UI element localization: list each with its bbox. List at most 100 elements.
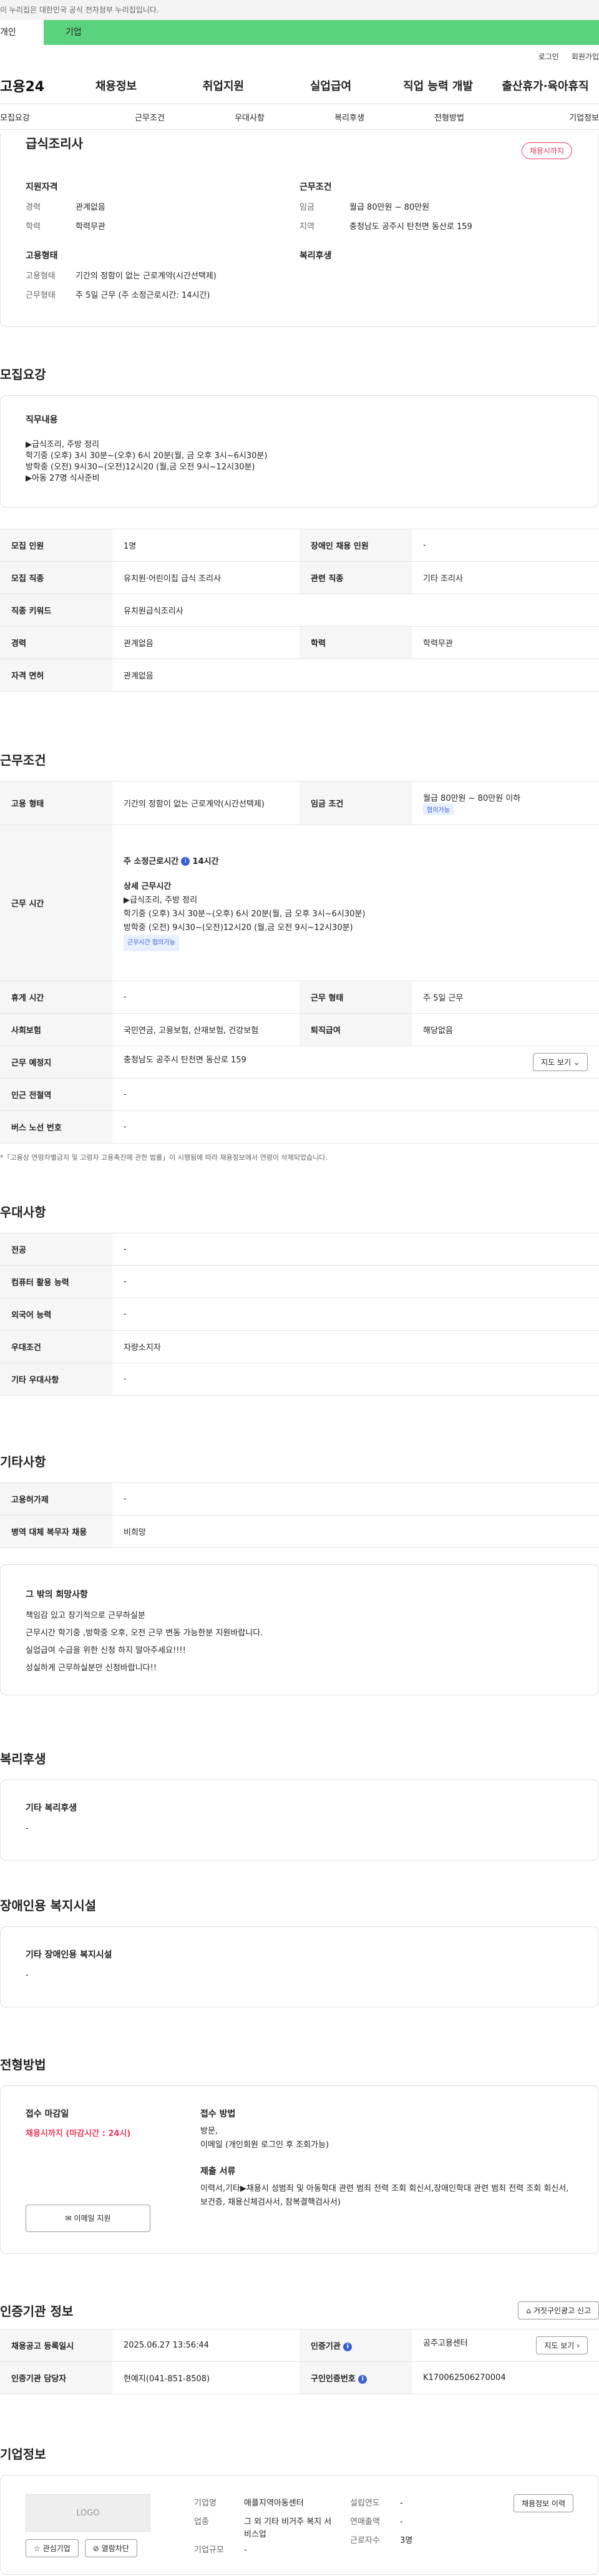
hope-line: 실업급여 수급을 위한 신청 하지 말아주세요!!!! — [26, 1646, 186, 1655]
user-type-switch: 개인 기업 — [0, 20, 599, 45]
org-value: 공주고용센터 — [423, 2339, 468, 2348]
cell: 병역 대체 복무자 채용 — [0, 1515, 112, 1548]
table-row: 컴퓨터 활용 능력 - — [0, 1265, 599, 1298]
wage-label: 임금 — [300, 203, 314, 212]
join-link[interactable]: 회원가입 — [572, 51, 599, 62]
cell: - — [112, 1233, 599, 1266]
emptype-label: 고용형태 — [26, 272, 56, 281]
gnb-item[interactable]: 직업 능력 개발 — [384, 77, 492, 94]
email-apply-button[interactable]: ✉ 이메일 지원 — [26, 2205, 150, 2232]
no-label: 구인인증번호 — [311, 2374, 356, 2384]
gnb-item[interactable]: 채용정보 — [62, 77, 170, 94]
method-line: 이메일 (개인회원 로그인 후 조회가능) — [200, 2140, 329, 2150]
welfare-sub: 기타 복리후생 — [26, 1803, 77, 1813]
disab-value: - — [26, 1971, 29, 1980]
pref-heading: 우대사항 — [0, 1205, 46, 1220]
cell: 외국어 능력 — [0, 1298, 112, 1331]
cell: 사회보험 — [0, 1013, 112, 1046]
org-map-button[interactable]: 지도 보기 › — [536, 2336, 588, 2354]
detail-line: 학기중 (오후) 3시 30분~(오후) 6시 20분(월, 금 오후 3시~6… — [124, 909, 366, 919]
cell: 고용 형태 — [0, 781, 112, 825]
table-row: 인증기관 담당자 현예지(041-851-8508) 구인인증번호 i K170062… — [0, 2361, 599, 2394]
name-label: 기업명 — [194, 2499, 217, 2508]
recruit-history-button[interactable]: 채용정보 이력 — [513, 2494, 573, 2512]
tab-conditions[interactable]: 근무조건 — [100, 111, 200, 123]
site-logo[interactable]: 고용24 — [0, 76, 62, 95]
cond-heading: 근무조건 — [300, 182, 332, 192]
table-row: 버스 노선 번호 - — [0, 1110, 599, 1144]
cell: 국민연금, 고용보험, 산재보험, 건강보험 — [112, 1013, 300, 1046]
tab-welfare[interactable]: 복리후생 — [300, 111, 399, 123]
fav-company-button[interactable]: ☆ 관심기업 — [26, 2539, 79, 2557]
gnb-item[interactable]: 출산휴가·육아휴직 — [492, 77, 599, 94]
process-card: 접수 마감일 채용시까지 (마감시간 : 24시) ✉ 이메일 지원 접수 방법… — [0, 2085, 599, 2254]
worktype-label: 근무형태 — [26, 291, 56, 300]
cell: 직종 키워드 — [0, 594, 112, 627]
table-row: 외국어 능력 - — [0, 1298, 599, 1331]
cell: 관계없음 — [112, 659, 599, 692]
emptype-value: 기간의 정함이 없는 근로계약(시간선택제) — [75, 272, 217, 281]
cell: 학력무관 — [412, 626, 599, 659]
method-line: 방문, — [200, 2127, 218, 2136]
table-row: 사회보험 국민연금, 고용보험, 산재보험, 건강보험 퇴직급여 해당없음 — [0, 1013, 599, 1046]
gnb-item[interactable]: 실업급여 — [277, 77, 384, 94]
cell: 자량소지자 — [112, 1330, 599, 1363]
cell: 근무 형태 — [300, 981, 412, 1014]
block-button[interactable]: ⊘ 열람차단 — [84, 2539, 137, 2557]
report-label: 거짓구인광고 신고 — [533, 2306, 591, 2315]
tab-company[interactable]: 기업 — [44, 20, 599, 45]
cell: 근무 예정지 — [0, 1046, 112, 1079]
gnb-item[interactable]: 취업지원 — [170, 77, 277, 94]
emp-heading: 고용형태 — [26, 251, 58, 261]
login-link[interactable]: 로그인 — [538, 51, 559, 62]
gov-banner: 이 누리집은 대한민국 공식 전자정부 누리집입니다. — [0, 0, 599, 20]
job-summary-card: 급식조리사 채용시까지 지원자격 경력 관계없음 학력 학력무관 근무조건 임금 월급… — [0, 134, 599, 327]
cert-heading: 인증기관 정보 — [0, 2304, 74, 2319]
cell: 주 5일 근무 — [412, 981, 599, 1014]
age-note: *「고용상 연령차별금지 및 고령자 고용촉진에 관한 법률」이 시행됨에 따라… — [0, 1153, 328, 1162]
map-button[interactable]: 지도 보기 ⌄ — [533, 1053, 588, 1071]
edu-label: 학력 — [26, 222, 41, 232]
recruit-heading: 모집요강 — [0, 367, 46, 382]
hope-card: 그 밖의 희망사항 책임감 있고 장기적으로 근무하실분 근무시간 학기중 ,방… — [0, 1564, 599, 1695]
wage-value: 월급 80만원 ~ 80만원 — [349, 203, 430, 212]
tab-recruit[interactable]: 모집요강 — [0, 111, 100, 123]
career-value: 관계없음 — [75, 203, 105, 212]
hope-heading: 그 밖의 희망사항 — [26, 1590, 88, 1600]
cell: 우대조건 — [0, 1330, 112, 1363]
tab-preference[interactable]: 우대사항 — [200, 111, 300, 123]
map-button-label: 지도 보기 — [541, 1058, 572, 1067]
cell: 모집 인원 — [0, 529, 112, 562]
welfare-value: - — [26, 1824, 29, 1833]
tab-process[interactable]: 전형방법 — [399, 111, 499, 123]
doc-value: 이력서,기타▶채용시 성범죄 및 아동학대 관련 범죄 전력 조회 회신서,장애… — [200, 2184, 569, 2207]
tab-individual[interactable]: 개인 — [0, 20, 44, 45]
table-row: 인근 전철역 - — [0, 1078, 599, 1111]
ind-value: 그 외 기타 비거주 복지 서비스업 — [244, 2517, 332, 2539]
cell: 기간의 정함이 없는 근로계약(시간선택제) — [112, 781, 300, 825]
table-row: 모집 직종 유치원·어린이집 급식 조리사 관련 직종 기타 조리사 — [0, 561, 599, 594]
tab-company[interactable]: 기업정보 — [499, 111, 599, 123]
duty-line: 방학중 (오전) 9시30~(오전)12시20 (월,금 오전 9시~12시30… — [26, 463, 255, 472]
disab-heading: 장애인용 복지시설 — [0, 1898, 97, 1913]
cell: 인근 전철역 — [0, 1078, 112, 1111]
duty-line: ▶아동 27명 식사준비 — [26, 474, 100, 483]
table-row: 병역 대체 복무자 채용 비희망 — [0, 1515, 599, 1548]
table-row: 기타 우대사항 - — [0, 1363, 599, 1396]
cell: - — [112, 1265, 599, 1298]
cell: 1명 — [112, 529, 300, 562]
duty-card: 직무내용 ▶급식조리, 주방 정리 학기중 (오후) 3시 30분~(오후) 6… — [0, 395, 599, 507]
recruit-table: 모집 인원 1명 장애인 채용 인원 - 모집 직종 유치원·어린이집 급식 조리사 관련… — [0, 529, 599, 692]
table-row: 휴게 시간 - 근무 형태 주 5일 근무 — [0, 981, 599, 1014]
conditions-heading: 근무조건 — [0, 753, 46, 768]
cell: 인증기관 i — [300, 2329, 412, 2362]
deadline-value: 채용시까지 (마감시간 : 24시) — [26, 2129, 131, 2138]
info-icon[interactable]: i — [181, 857, 190, 866]
report-button[interactable]: ⌂ 거짓구인광고 신고 — [518, 2301, 599, 2319]
info-icon[interactable]: i — [343, 2342, 353, 2351]
scale-value: - — [244, 2545, 247, 2555]
info-icon[interactable]: i — [358, 2374, 368, 2384]
table-row: 채용공고 등록일시 2025.06.27 13:56:44 인증기관 i 공주고용센터… — [0, 2329, 599, 2362]
cell: 근무 시간 — [0, 825, 112, 981]
cell: K170062506270004 — [412, 2361, 599, 2394]
